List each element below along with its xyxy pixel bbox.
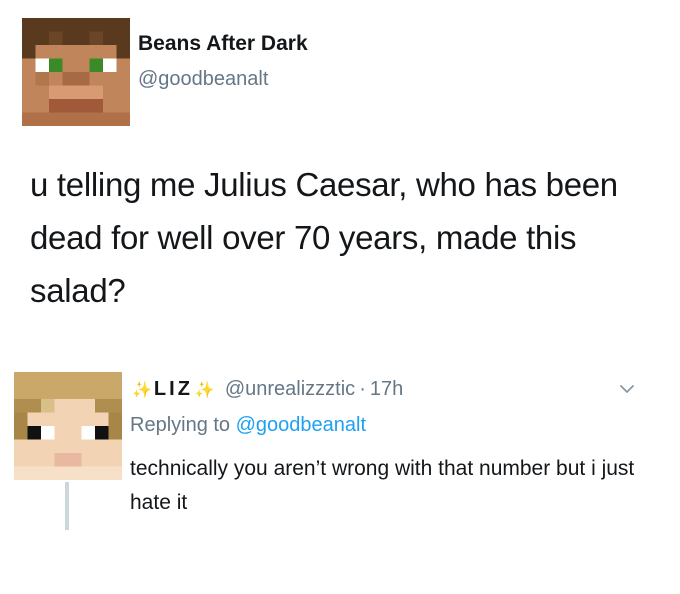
user-handle[interactable]: @goodbeanalt [138, 68, 268, 91]
thread-line [65, 482, 69, 530]
reply-text: technically you aren’t wrong with that n… [130, 457, 635, 514]
display-name[interactable]: Beans After Dark [138, 32, 308, 56]
tweet-text: u telling me Julius Caesar, who has been… [30, 166, 618, 309]
avatar[interactable] [14, 372, 122, 480]
chevron-down-icon[interactable] [616, 378, 638, 400]
minecraft-avatar-icon [14, 372, 122, 480]
mention-link[interactable]: @goodbeanalt [236, 414, 366, 436]
replying-to: Replying to @goodbeanalt [130, 414, 366, 437]
sparkles-icon: ✨ [194, 381, 215, 399]
reply-tweet[interactable]: ✨ LIZ ✨ @unrealizzztic · 17h Replying to… [0, 358, 680, 558]
minecraft-avatar-icon [22, 18, 130, 126]
sparkles-icon: ✨ [132, 381, 152, 399]
reply-header: ✨ LIZ ✨ @unrealizzztic · 17h [130, 378, 403, 401]
timestamp[interactable]: 17h [370, 378, 403, 401]
main-tweet: Beans After Dark @goodbeanalt u telling … [0, 0, 680, 350]
avatar[interactable] [22, 18, 130, 126]
user-handle[interactable]: @unrealizzztic [225, 378, 355, 401]
replying-label: Replying to [130, 414, 231, 436]
separator: · [359, 378, 366, 400]
display-name[interactable]: LIZ [154, 378, 193, 401]
